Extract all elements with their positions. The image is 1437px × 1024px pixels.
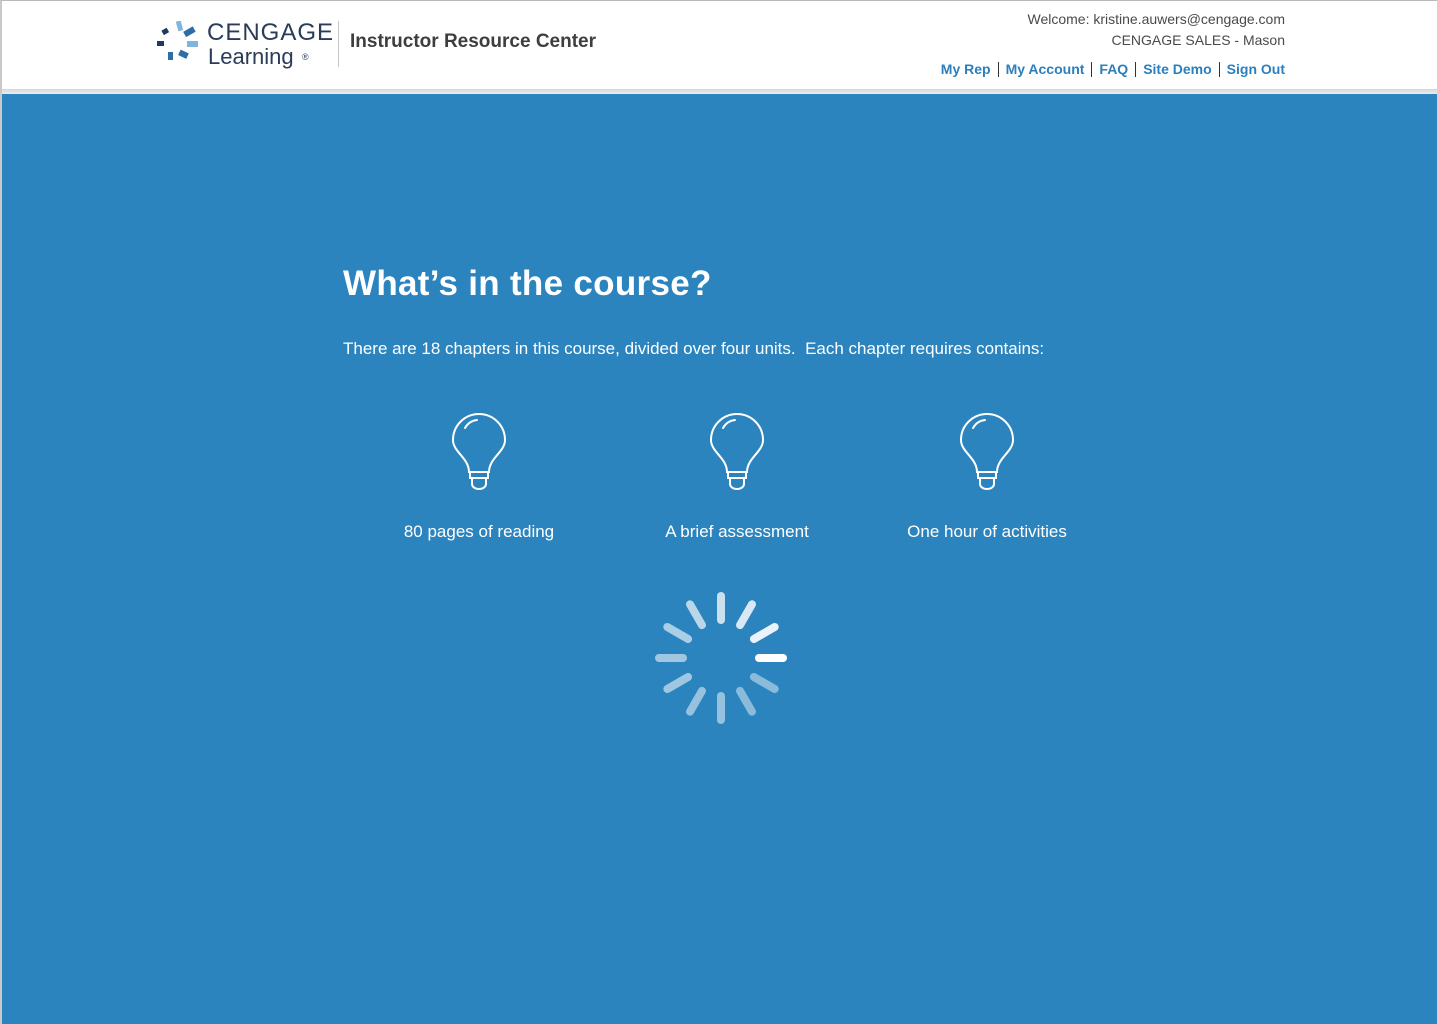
lightbulb-icon bbox=[959, 413, 1015, 490]
site-demo-link[interactable]: Site Demo bbox=[1143, 61, 1211, 77]
spinner-bar bbox=[663, 673, 693, 693]
feature-activities: One hour of activities bbox=[877, 412, 1097, 542]
cengage-logo[interactable]: CENGAGE Learning ® bbox=[156, 19, 335, 75]
spinner-bar bbox=[736, 686, 756, 716]
header-nav: My Rep My Account FAQ Site Demo Sign Out bbox=[941, 61, 1285, 77]
feature-label: 80 pages of reading bbox=[403, 522, 555, 541]
my-rep-link[interactable]: My Rep bbox=[941, 61, 991, 77]
nav-separator bbox=[1135, 61, 1137, 77]
course-intro-panel: What’s in the course? There are 18 chapt… bbox=[2, 94, 1437, 1024]
lightbulb-icon bbox=[709, 413, 765, 490]
spinner-bar bbox=[686, 686, 706, 716]
spinner-bar bbox=[749, 623, 779, 643]
lightbulb-icon bbox=[451, 413, 507, 490]
nav-separator bbox=[1091, 61, 1093, 77]
logo-registered-mark: ® bbox=[302, 52, 309, 62]
logo-wordmark-top: CENGAGE bbox=[207, 19, 335, 46]
cengage-logo-icon bbox=[157, 21, 198, 60]
welcome-text: Welcome: kristine.auwers@cengage.com bbox=[1027, 11, 1285, 27]
page-title: What’s in the course? bbox=[343, 264, 712, 303]
site-header: CENGAGE Learning ® Instructor Resource C… bbox=[2, 1, 1437, 91]
account-name: CENGAGE SALES - Mason bbox=[1111, 32, 1285, 48]
feature-label: One hour of activities bbox=[907, 522, 1067, 541]
nav-separator bbox=[1218, 61, 1220, 77]
header-divider bbox=[338, 21, 339, 67]
my-account-link[interactable]: My Account bbox=[1006, 61, 1085, 77]
feature-label: A brief assessment bbox=[665, 522, 809, 541]
spinner-icon bbox=[655, 592, 787, 724]
spinner-bar bbox=[736, 600, 756, 630]
nav-separator bbox=[997, 61, 999, 77]
feature-assessment: A brief assessment bbox=[627, 412, 847, 542]
spinner-bar bbox=[663, 623, 693, 643]
spinner-bar bbox=[749, 673, 779, 693]
course-description: There are 18 chapters in this course, di… bbox=[343, 339, 1045, 358]
logo-wordmark-bottom: Learning bbox=[208, 44, 294, 69]
sign-out-link[interactable]: Sign Out bbox=[1227, 61, 1285, 77]
faq-link[interactable]: FAQ bbox=[1099, 61, 1128, 77]
site-title: Instructor Resource Center bbox=[350, 31, 597, 52]
feature-reading: 80 pages of reading bbox=[369, 412, 589, 542]
user-info: Welcome: kristine.auwers@cengage.com CEN… bbox=[1027, 9, 1285, 51]
spinner-bar bbox=[686, 600, 706, 630]
